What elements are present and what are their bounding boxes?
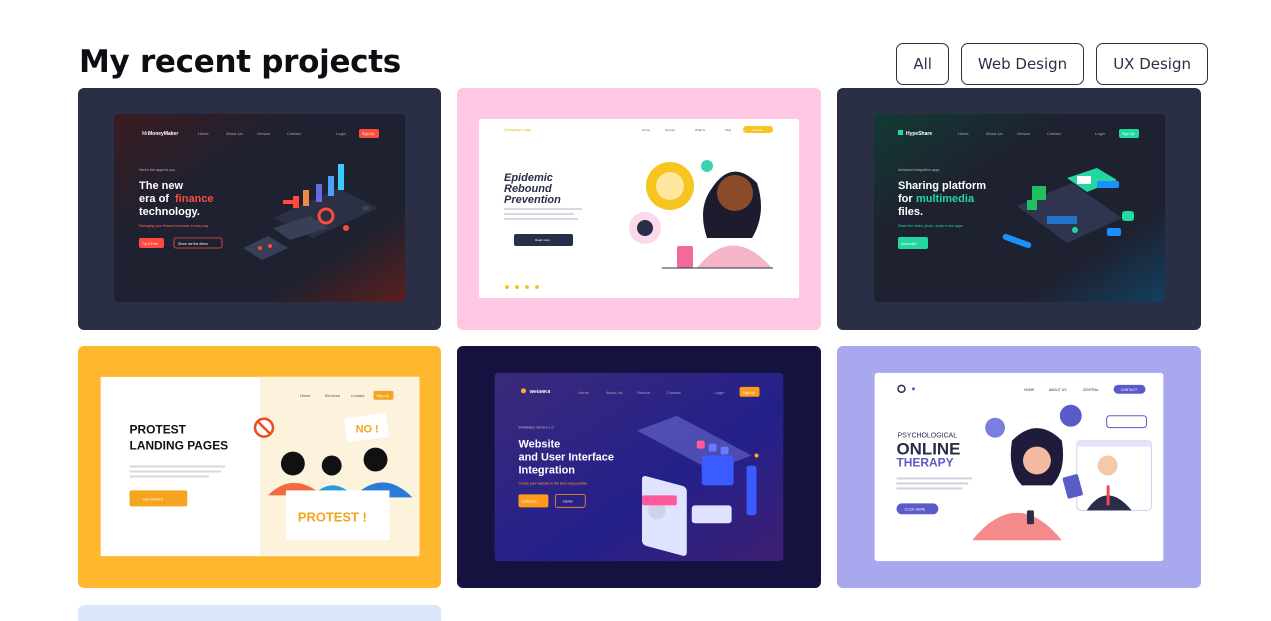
signup-button: Sign Up — [362, 132, 375, 136]
headline-line1: PROTEST — [130, 423, 187, 437]
filter-web-design-button[interactable]: Web Design — [960, 43, 1085, 85]
nav-item: Home — [642, 128, 650, 132]
secondary-button: Show me the demo — [178, 242, 208, 246]
nav-item: Contact — [1047, 131, 1062, 136]
nav-item: Services — [325, 393, 340, 398]
demo-button: Demo — [563, 499, 572, 503]
headline-line2: for — [898, 193, 913, 205]
nav-item: Home — [300, 393, 311, 398]
login-link: Login — [336, 131, 346, 136]
headline-line3: Integration — [518, 464, 575, 476]
filter-all-button[interactable]: All — [896, 43, 949, 85]
eyebrow: Advanced integration apps — [898, 168, 940, 172]
subtext: Create your website in the best way poss… — [518, 481, 587, 485]
hypeshare-preview: HypeShare Home About Us Service Contact … — [874, 114, 1165, 302]
headline-accent: finance — [175, 193, 214, 205]
subscribe-button: Subscribe — [901, 242, 917, 246]
eyebrow: WebMaker Version 1.0 — [518, 426, 553, 430]
project-card-hypeshare[interactable]: HypeShare Home About Us Service Contact … — [837, 88, 1201, 330]
get-started-button: Get Started — [142, 496, 162, 501]
protest-preview: Home Services Contact Sign Up PROTEST LA… — [100, 376, 420, 557]
project-card-webmkii[interactable]: WebMKII Home About Us Service Contact Lo… — [457, 346, 821, 588]
headline-line3: technology. — [139, 206, 200, 218]
nav-item: What is — [695, 128, 706, 132]
nav-item: Contact — [351, 393, 366, 398]
login-link: Login — [715, 390, 725, 395]
headline-line2: LANDING PAGES — [130, 439, 229, 453]
nav-item: ABOUT US — [1049, 388, 1067, 392]
headline-line2: THERAPY — [897, 456, 954, 470]
projects-grid: Mr. MoneyMaker Home About Us Service Con… — [78, 88, 1201, 588]
nav-item: About Us — [606, 390, 622, 395]
nav-button: Contact — [752, 128, 763, 132]
read-more-button: Read more — [535, 238, 550, 242]
nav-item: About Us — [226, 131, 242, 136]
brand-name: HypeShare — [906, 131, 932, 137]
contact-button: CONTACT — [1121, 388, 1138, 392]
nav-item: About Us — [986, 131, 1002, 136]
headline-accent: multimedia — [916, 193, 975, 205]
moneymaker-preview: Mr. MoneyMaker Home About Us Service Con… — [114, 114, 405, 302]
logo: Company Logo — [504, 127, 532, 132]
nav-item: Service — [1017, 131, 1031, 136]
signup-button: Sign Up — [377, 394, 389, 398]
filter-group: All Web Design UX Design — [896, 43, 1208, 85]
filter-ux-design-button[interactable]: UX Design — [1096, 43, 1208, 85]
headline-line2: and User Interface — [518, 452, 613, 464]
nav-item: Service — [257, 131, 271, 136]
nav-item: HOME — [1024, 388, 1035, 392]
nav-item: Home — [958, 131, 969, 136]
brand-name: WebMKII — [529, 389, 551, 395]
headline-line1: The new — [139, 180, 183, 192]
eyebrow: Here's the apps for you — [139, 168, 175, 172]
headline-line3: files. — [898, 206, 923, 218]
project-card-epidemic[interactable]: Company Logo Home Service What is FAQ Co… — [457, 88, 821, 330]
click-here-button: CLICK HERE — [904, 507, 926, 511]
project-card-online-therapy[interactable]: HOME ABOUT US CENTRAL CONTACT PSYCHOLOGI… — [837, 346, 1201, 588]
signup-button: Sign Up — [1122, 132, 1135, 136]
brand-name: MoneyMaker — [148, 131, 178, 137]
no-sign: NO ! — [356, 424, 379, 436]
subscribe-button: Subscribe — [521, 499, 536, 503]
headline-line2: era of — [139, 193, 169, 205]
project-card-partial[interactable] — [78, 605, 441, 621]
project-card-moneymaker[interactable]: Mr. MoneyMaker Home About Us Service Con… — [78, 88, 441, 330]
nav-item: Service — [637, 390, 651, 395]
nav-item: FAQ — [725, 128, 732, 132]
headline-line3: Prevention — [504, 194, 561, 206]
nav-item: Home — [578, 390, 589, 395]
nav-item: CENTRAL — [1083, 388, 1099, 392]
nav-item: Contact — [667, 390, 682, 395]
recent-projects-section: My recent projects All Web Design UX Des… — [0, 0, 1271, 621]
signup-button: Sign Up — [743, 391, 755, 395]
therapy-preview: HOME ABOUT US CENTRAL CONTACT PSYCHOLOGI… — [874, 372, 1164, 562]
webmkii-preview: WebMKII Home About Us Service Contact Lo… — [494, 372, 784, 562]
protest-banner: PROTEST ! — [298, 509, 367, 524]
login-link: Login — [1095, 131, 1105, 136]
nav-item: Contact — [287, 131, 302, 136]
nav-item: Home — [198, 131, 209, 136]
subtext: Managing your finance business is easy w… — [139, 224, 209, 228]
epidemic-preview: Company Logo Home Service What is FAQ Co… — [479, 119, 799, 298]
nav-item: Service — [665, 128, 675, 132]
headline-line1: Website — [518, 439, 560, 451]
headline-line1: Sharing platform — [898, 180, 986, 192]
project-card-protest[interactable]: Home Services Contact Sign Up PROTEST LA… — [78, 346, 441, 588]
subtext: Share the video, photo, audio in one app… — [898, 224, 963, 228]
section-title: My recent projects — [79, 44, 401, 80]
primary-button: Try it Free — [142, 242, 158, 246]
